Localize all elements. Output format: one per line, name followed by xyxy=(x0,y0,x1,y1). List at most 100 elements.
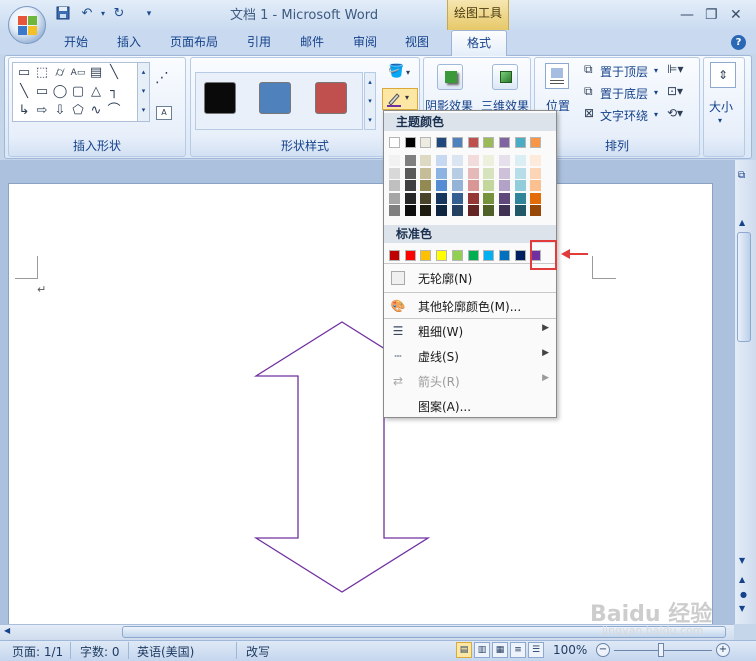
theme-shade-swatch[interactable] xyxy=(467,167,479,179)
shape-cube-icon[interactable]: ⬚ xyxy=(33,64,51,82)
theme-color-swatch[interactable] xyxy=(483,137,495,148)
tab-page-layout[interactable]: 页面布局 xyxy=(170,33,218,53)
shape-elbow-icon[interactable]: ┐ xyxy=(105,83,123,101)
shape-fill-dropdown-icon[interactable]: ▾ xyxy=(406,68,410,77)
shape-textbox-icon[interactable]: ▭ xyxy=(15,64,33,82)
shape-box-icon[interactable]: ▤ xyxy=(87,64,105,82)
shape-outline-button[interactable]: ▾ xyxy=(382,88,418,110)
ruler-toggle-icon[interactable]: ⧉ xyxy=(738,170,745,181)
tab-references[interactable]: 引用 xyxy=(247,33,271,53)
theme-shade-swatch[interactable] xyxy=(451,192,463,204)
shape-style-blue[interactable] xyxy=(259,82,291,114)
status-page[interactable]: 页面: 1/1 xyxy=(12,643,63,660)
theme-shade-swatch[interactable] xyxy=(389,155,400,166)
help-icon[interactable]: ? xyxy=(731,35,746,50)
standard-color-swatch[interactable] xyxy=(483,250,495,261)
theme-color-swatch[interactable] xyxy=(467,137,479,148)
shape-right-arrow-icon[interactable]: ⇨ xyxy=(33,102,51,120)
status-overtype[interactable]: 改写 xyxy=(246,643,270,660)
vertical-scroll-thumb[interactable] xyxy=(737,232,751,342)
theme-shade-swatch[interactable] xyxy=(530,180,542,191)
theme-shade-swatch[interactable] xyxy=(451,205,463,216)
shape-curve-icon[interactable]: ∿ xyxy=(87,102,105,120)
theme-shade-swatch[interactable] xyxy=(389,180,400,191)
rotate-icon[interactable]: ⟲▾ xyxy=(667,106,683,120)
theme-shade-swatch[interactable] xyxy=(451,180,463,191)
shape-rectangle-icon[interactable]: ▭ xyxy=(33,83,51,101)
bring-front-dropdown-icon[interactable]: ▾ xyxy=(654,66,658,75)
standard-color-swatch[interactable] xyxy=(467,250,479,261)
theme-shade-swatch[interactable] xyxy=(389,167,400,179)
theme-shade-swatch[interactable] xyxy=(498,155,510,166)
theme-shade-swatch[interactable] xyxy=(530,167,542,179)
shape-connector-icon[interactable]: ↳ xyxy=(15,102,33,120)
size-dropdown-icon[interactable]: ▾ xyxy=(718,116,722,125)
group-objects-icon[interactable]: ⊡▾ xyxy=(667,84,683,98)
theme-shade-swatch[interactable] xyxy=(420,205,432,216)
theme-shade-swatch[interactable] xyxy=(514,205,526,216)
theme-shade-swatch[interactable] xyxy=(467,192,479,204)
theme-shade-swatch[interactable] xyxy=(420,167,432,179)
shape-line-diag-icon[interactable]: ╲ xyxy=(15,83,33,101)
tab-home[interactable]: 开始 xyxy=(64,33,88,53)
text-wrap-icon[interactable]: ⊠ xyxy=(584,106,594,120)
scroll-left-icon[interactable]: ◀ xyxy=(4,626,10,635)
text-wrap-label[interactable]: 文字环绕 xyxy=(600,107,648,124)
zoom-level[interactable]: 100% xyxy=(553,643,587,657)
theme-shade-swatch[interactable] xyxy=(530,205,542,216)
theme-shade-swatch[interactable] xyxy=(483,192,495,204)
tab-review[interactable]: 审阅 xyxy=(353,33,377,53)
text-wrap-dropdown-icon[interactable]: ▾ xyxy=(654,110,658,119)
menu-item-more-outline-colors[interactable]: 🎨 其他轮廓颜色(M)... xyxy=(385,294,557,318)
theme-shade-swatch[interactable] xyxy=(420,192,432,204)
theme-shade-swatch[interactable] xyxy=(467,205,479,216)
prev-page-icon[interactable]: ▲ xyxy=(739,575,745,584)
shape-text-a-icon[interactable]: A▭ xyxy=(69,64,87,82)
web-layout-view-icon[interactable]: ▦ xyxy=(492,642,508,658)
theme-shade-swatch[interactable] xyxy=(483,155,495,166)
customize-toolbar-icon[interactable]: ▾ xyxy=(140,6,158,22)
theme-shade-swatch[interactable] xyxy=(420,155,432,166)
theme-shade-swatch[interactable] xyxy=(436,192,448,204)
threed-effects-icon[interactable] xyxy=(492,64,518,90)
standard-color-swatch[interactable] xyxy=(451,250,463,261)
theme-shade-swatch[interactable] xyxy=(514,192,526,204)
shape-style-black[interactable] xyxy=(204,82,236,114)
tab-mailings[interactable]: 邮件 xyxy=(300,33,324,53)
status-word-count[interactable]: 字数: 0 xyxy=(80,643,120,660)
standard-color-swatch[interactable] xyxy=(498,250,510,261)
save-icon[interactable] xyxy=(54,6,72,22)
close-icon[interactable]: ✕ xyxy=(730,7,742,23)
theme-shade-swatch[interactable] xyxy=(483,205,495,216)
theme-shade-swatch[interactable] xyxy=(436,155,448,166)
theme-shade-swatch[interactable] xyxy=(451,155,463,166)
size-icon[interactable]: ⇕ xyxy=(710,62,736,88)
shape-style-gallery-scroll[interactable]: ▴ ▾ ▾ xyxy=(364,72,376,130)
theme-shade-swatch[interactable] xyxy=(483,167,495,179)
menu-item-weight[interactable]: ☰ 粗细(W) ▶ xyxy=(385,319,557,343)
vertical-scrollbar[interactable] xyxy=(734,160,756,624)
shapes-gallery-scroll[interactable]: ▴ ▾ ▾ xyxy=(137,63,149,121)
standard-color-swatch[interactable] xyxy=(389,250,400,261)
minimize-icon[interactable]: — xyxy=(680,7,694,23)
theme-shade-swatch[interactable] xyxy=(436,167,448,179)
status-language[interactable]: 英语(美国) xyxy=(137,643,194,660)
theme-shade-swatch[interactable] xyxy=(483,180,495,191)
send-back-dropdown-icon[interactable]: ▾ xyxy=(654,88,658,97)
theme-shade-swatch[interactable] xyxy=(467,155,479,166)
shape-can-icon[interactable]: ⌭ xyxy=(51,64,69,82)
theme-color-swatch[interactable] xyxy=(420,137,432,148)
theme-shade-swatch[interactable] xyxy=(467,180,479,191)
shape-pentagon-icon[interactable]: ⬠ xyxy=(69,102,87,120)
theme-shade-swatch[interactable] xyxy=(514,155,526,166)
standard-color-swatch[interactable] xyxy=(420,250,432,261)
full-screen-view-icon[interactable]: ▥ xyxy=(474,642,490,658)
tab-format[interactable]: 格式 xyxy=(451,30,507,56)
shadow-effects-icon[interactable] xyxy=(437,64,463,90)
theme-shade-swatch[interactable] xyxy=(498,167,510,179)
shape-line-icon[interactable]: ╲ xyxy=(105,64,123,82)
theme-shade-swatch[interactable] xyxy=(404,192,416,204)
theme-shade-swatch[interactable] xyxy=(436,205,448,216)
restore-icon[interactable]: ❐ xyxy=(705,7,718,23)
print-layout-view-icon[interactable]: ▤ xyxy=(456,642,472,658)
